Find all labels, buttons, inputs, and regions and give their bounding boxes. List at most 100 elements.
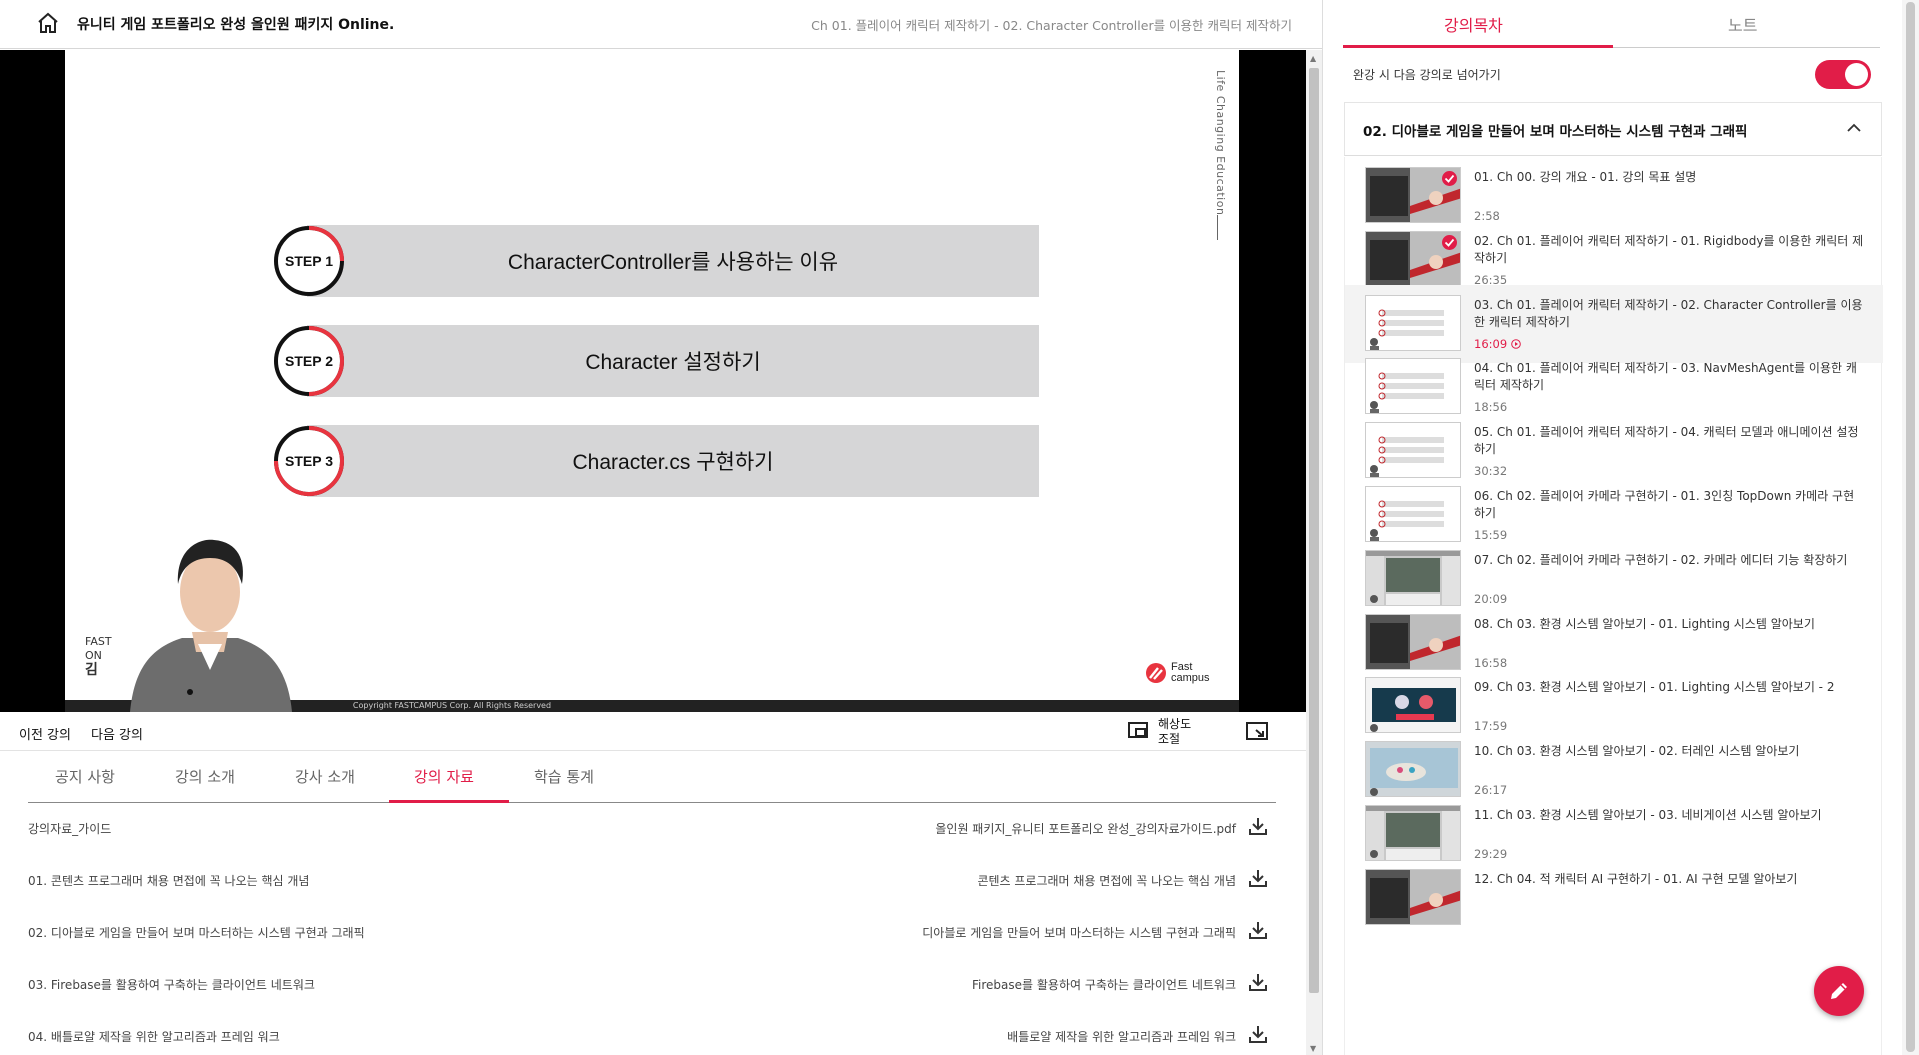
lecture-thumbnail [1365,741,1461,798]
materials-list: 강의자료_가이드 올인원 패키지_유니티 포트폴리오 완성_강의자료가이드.pdf… [28,804,1276,1055]
check-icon [1442,234,1457,250]
main-area: 유니티 게임 포트폴리오 완성 올인원 패키지 Online. Ch 01. 플… [0,0,1322,1055]
material-row: 03. Firebase를 활용하여 구축하는 클라이언트 네트워크 Fireba… [28,960,1276,1012]
lecture-thumbnail [1365,358,1461,415]
tab-stats[interactable]: 학습 통계 [534,766,594,787]
material-name: 03. Firebase를 활용하여 구축하는 클라이언트 네트워크 [28,978,315,992]
next-lecture-button[interactable]: 다음 강의 [91,724,143,743]
section-header[interactable]: 02. 디아블로 게임을 만들어 보며 마스터하는 시스템 구현과 그래픽 [1344,102,1882,156]
active-tab-underline [389,800,509,803]
step-label: STEP 3 [285,453,333,469]
lecture-thumbnail [1365,549,1461,606]
auto-next-label: 완강 시 다음 강의로 넘어가기 [1353,68,1501,82]
slide-vertical-line [1217,215,1218,240]
tab-notice[interactable]: 공지 사항 [55,766,115,787]
lecture-thumbnail [1365,422,1461,479]
presenter-video [130,539,292,712]
step-circle: STEP 3 [273,425,345,497]
lecture-thumbnail [1365,805,1461,861]
logo-text: Fast campus [1171,662,1210,684]
course-title: 유니티 게임 포트폴리오 완성 올인원 패키지 Online. [77,17,395,33]
lecture-title: 07. Ch 02. 플레이어 카메라 구현하기 - 02. 카메라 에디터 기… [1474,552,1848,567]
download-icon[interactable] [1248,816,1268,836]
lecture-title: 02. Ch 01. 플레이어 캐릭터 제작하기 - 01. Rigidbody… [1474,233,1864,265]
fullscreen-icon[interactable] [1246,722,1268,742]
slide-step: CharacterController를 사용하는 이유 STEP 1 [273,225,1039,297]
main-scrollbar[interactable]: ▲ ▼ [1306,50,1322,1055]
material-file-link[interactable]: Firebase를 활용하여 구축하는 클라이언트 네트워크 [972,976,1236,993]
lecture-thumbnail [1365,613,1461,670]
lecture-title: 05. Ch 01. 플레이어 캐릭터 제작하기 - 04. 캐릭터 모델과 애… [1474,425,1859,457]
slide-footer-line: ON [85,649,102,662]
panel-tabs: 강의목차 노트 [1343,0,1880,48]
material-file-link[interactable]: 올인원 패키지_유니티 포트폴리오 완성_강의자료가이드.pdf [935,820,1236,837]
lecture-title: 12. Ch 04. 적 캐릭터 AI 구현하기 - 01. AI 구현 모델 … [1474,871,1798,886]
lecture-title: 01. Ch 00. 강의 개요 - 01. 강의 목표 설명 [1474,170,1697,184]
material-file-link[interactable]: 콘텐츠 프로그래머 채용 면접에 꼭 나오는 핵심 개념 [977,872,1236,889]
lecture-thumbnail [1365,167,1461,223]
step-circle: STEP 1 [273,225,345,297]
material-file-link[interactable]: 디아블로 게임을 만들어 보며 마스터하는 시스템 구현과 그래픽 [922,924,1236,941]
check-icon [1442,171,1457,186]
step-label: STEP 2 [285,353,333,369]
prev-lecture-button[interactable]: 이전 강의 [19,724,71,743]
scroll-up-icon[interactable]: ▲ [1310,54,1316,63]
slide-footer-line: FAST [85,635,112,648]
lecture-title: 06. Ch 02. 플레이어 카메라 구현하기 - 01. 3인칭 TopDo… [1474,489,1855,520]
chevron-up-icon[interactable] [1847,123,1861,133]
top-bar: 유니티 게임 포트폴리오 완성 올인원 패키지 Online. Ch 01. 플… [0,0,1322,49]
pencil-icon [1831,983,1847,999]
slide-footer-line: 김 [85,662,98,678]
resolution-button[interactable]: 해상도 조절 [1158,717,1191,747]
download-icon[interactable] [1248,920,1268,940]
panel-scroll-thumb[interactable] [1906,2,1915,1052]
slide-step: Character.cs 구현하기 STEP 3 [273,425,1039,497]
lecture-title: 10. Ch 03. 환경 시스템 알아보기 - 02. 터레인 시스템 알아보… [1474,744,1800,759]
auto-next-toggle[interactable] [1815,60,1871,89]
content-tabs: 공지 사항 강의 소개 강사 소개 강의 자료 학습 통계 [28,752,1276,803]
material-row: 강의자료_가이드 올인원 패키지_유니티 포트폴리오 완성_강의자료가이드.pdf [28,804,1276,856]
download-icon[interactable] [1248,972,1268,992]
resolution-label: 해상도 [1158,717,1192,731]
download-icon[interactable] [1248,868,1268,888]
player-controls: 이전 강의 다음 강의 해상도 조절 [0,713,1306,751]
fastcampus-logo: Fast campus [1145,660,1225,686]
material-name: 02. 디아블로 게임을 만들어 보며 마스터하는 시스템 구현과 그래픽 [28,926,365,940]
lecture-title: 08. Ch 03. 환경 시스템 알아보기 - 01. Lighting 시스… [1474,616,1815,631]
active-panel-tab-underline [1343,45,1613,48]
lecture-thumbnail [1365,294,1461,351]
lecture-list: 01. Ch 00. 강의 개요 - 01. 강의 목표 설명 2:58 02. C… [1344,157,1883,1055]
lecture-title: 11. Ch 03. 환경 시스템 알아보기 - 03. 네비게이션 시스템 알… [1474,808,1822,822]
material-name: 강의자료_가이드 [28,822,112,836]
tab-notes[interactable]: 노트 [1728,12,1757,36]
lecture-title: 03. Ch 01. 플레이어 캐릭터 제작하기 - 02. Character… [1474,297,1863,329]
scroll-down-icon[interactable]: ▼ [1310,1044,1316,1053]
slide-step: Character 설정하기 STEP 2 [273,325,1039,397]
logo-line: campus [1171,672,1210,684]
lecture-thumbnail [1365,486,1461,542]
toggle-knob [1845,63,1868,86]
slide-vertical-text: Life Changing Education [1214,70,1227,216]
home-icon[interactable] [36,11,60,35]
lecture-thumbnail [1365,677,1461,734]
scroll-thumb[interactable] [1309,68,1319,993]
lecture-item[interactable]: 12. Ch 04. 적 캐릭터 AI 구현하기 - 01. AI 구현 모델 … [1345,859,1883,937]
material-name: 04. 배틀로얄 제작을 위한 알고리즘과 프레임 워크 [28,1030,280,1044]
tab-course-intro[interactable]: 강의 소개 [175,766,235,787]
material-row: 04. 배틀로얄 제작을 위한 알고리즘과 프레임 워크 배틀로얄 제작을 위한 … [28,1012,1276,1055]
lecture-thumbnail [1365,868,1461,925]
material-file-link[interactable]: 배틀로얄 제작을 위한 알고리즘과 프레임 워크 [1007,1028,1236,1045]
step-circle: STEP 2 [273,325,345,397]
material-row: 02. 디아블로 게임을 만들어 보며 마스터하는 시스템 구현과 그래픽 디아블… [28,908,1276,960]
resolution-icon[interactable] [1128,722,1148,740]
write-note-button[interactable] [1814,966,1864,1016]
tab-instructor[interactable]: 강사 소개 [295,766,355,787]
tab-materials[interactable]: 강의 자료 [414,766,474,787]
tab-curriculum[interactable]: 강의목차 [1444,12,1503,36]
video-player[interactable]: Life Changing Education CharacterControl… [0,50,1306,712]
lecture-path: Ch 01. 플레이어 캐릭터 제작하기 - 02. Character Con… [811,18,1292,33]
download-icon[interactable] [1248,1024,1268,1044]
step-text: Character.cs 구현하기 [307,425,1039,497]
panel-scrollbar[interactable] [1902,0,1919,1055]
curriculum-panel: 강의목차 노트 완강 시 다음 강의로 넘어가기 02. 디아블로 게임을 만들… [1323,0,1902,1055]
